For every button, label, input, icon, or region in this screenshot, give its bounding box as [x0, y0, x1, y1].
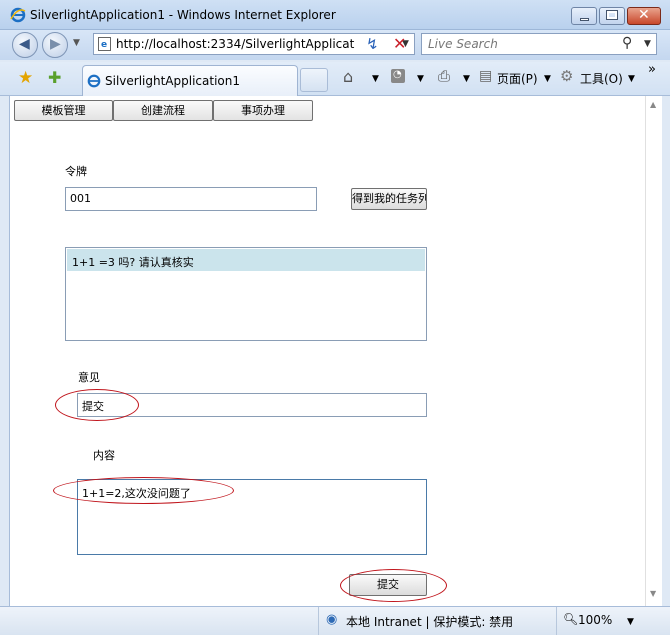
add-favorites-icon[interactable]: ✚: [48, 68, 61, 87]
back-button[interactable]: ◀: [12, 32, 38, 58]
close-icon: ✕: [638, 7, 650, 23]
minimize-button[interactable]: [571, 7, 597, 25]
get-my-tasks-button[interactable]: 得到我的任务列: [351, 188, 427, 210]
tab-silverlight-application[interactable]: SilverlightApplication1: [82, 65, 298, 96]
title-bar: SilverlightApplication1 - Windows Intern…: [0, 0, 670, 30]
minimize-icon: [580, 18, 589, 21]
refresh-icon[interactable]: ↯: [366, 35, 379, 53]
favorites-star-icon[interactable]: ★: [18, 68, 33, 88]
page-menu[interactable]: 页面(P): [497, 70, 538, 87]
new-tab-button[interactable]: [300, 68, 328, 92]
intranet-globe-icon: ◉: [326, 612, 338, 627]
page-menu-icon: ▤: [479, 68, 493, 84]
zoom-icon: 🔍︎: [563, 612, 579, 626]
content-textarea[interactable]: 1+1=2,这次没问题了: [77, 479, 427, 555]
opinion-input[interactable]: 提交: [77, 393, 427, 417]
close-window-button[interactable]: ✕: [627, 7, 661, 25]
tab-label: SilverlightApplication1: [105, 74, 240, 88]
submit-button[interactable]: 提交: [349, 574, 427, 596]
print-icon[interactable]: ⎙: [438, 67, 450, 85]
template-management-button[interactable]: 模板管理: [14, 100, 113, 121]
home-dropdown-icon[interactable]: ▼: [372, 74, 379, 84]
status-bar: ◉ 本地 Intranet | 保护模式: 禁用 🔍︎ 100% ▼: [0, 606, 670, 635]
feeds-icon[interactable]: ◔: [391, 69, 405, 83]
page-icon: e: [98, 37, 111, 51]
print-dropdown-icon[interactable]: ▼: [463, 74, 470, 84]
task-item-text: 1+1 =3 吗? 请认真核实: [72, 256, 194, 269]
tools-menu-dropdown-icon[interactable]: ▼: [628, 74, 635, 84]
stop-icon[interactable]: ✕: [393, 34, 406, 53]
search-icon[interactable]: ⚲: [622, 35, 632, 51]
scroll-down-icon[interactable]: ▼: [650, 589, 656, 598]
task-list-item[interactable]: 1+1 =3 吗? 请认真核实: [67, 249, 425, 271]
task-list[interactable]: 1+1 =3 吗? 请认真核实: [65, 247, 427, 341]
back-arrow-icon: ◀: [19, 36, 30, 52]
opinion-label: 意见: [78, 371, 100, 384]
content-value[interactable]: 1+1=2,这次没问题了: [82, 485, 191, 501]
ie-logo-icon: [10, 7, 26, 23]
home-icon[interactable]: ⌂: [343, 67, 353, 86]
page-menu-dropdown-icon[interactable]: ▼: [544, 74, 551, 84]
zoom-dropdown-icon[interactable]: ▼: [627, 617, 634, 627]
feeds-dropdown-icon[interactable]: ▼: [417, 74, 424, 84]
create-process-button[interactable]: 创建流程: [113, 100, 213, 121]
window-title: SilverlightApplication1 - Windows Intern…: [30, 8, 336, 22]
maximize-icon: [606, 10, 618, 20]
more-commands-chevron[interactable]: »: [648, 62, 656, 77]
scroll-up-icon[interactable]: ▲: [650, 100, 656, 109]
tools-gear-icon: ⚙: [560, 67, 574, 85]
search-options-dropdown-icon[interactable]: ▼: [644, 39, 651, 49]
address-url[interactable]: http://localhost:2334/SilverlightApplica…: [116, 37, 354, 51]
opinion-value[interactable]: 提交: [82, 398, 104, 414]
tab-ie-icon: [87, 74, 101, 88]
vertical-scrollbar[interactable]: ▲ ▼: [645, 96, 662, 606]
token-label: 令牌: [65, 165, 87, 178]
security-zone-status[interactable]: 本地 Intranet | 保护模式: 禁用: [346, 613, 513, 630]
search-placeholder[interactable]: Live Search: [428, 37, 498, 51]
zoom-level[interactable]: 100%: [578, 613, 612, 627]
tools-menu[interactable]: 工具(O): [580, 70, 623, 87]
handle-matters-button[interactable]: 事项办理: [213, 100, 313, 121]
recent-pages-dropdown-icon[interactable]: ▼: [73, 38, 80, 48]
token-input[interactable]: 001: [65, 187, 317, 211]
forward-button[interactable]: ▶: [42, 32, 68, 58]
search-box[interactable]: Live Search ⚲ ▼: [421, 33, 657, 55]
token-value[interactable]: 001: [70, 192, 91, 205]
maximize-button[interactable]: [599, 7, 625, 25]
content-label: 内容: [93, 449, 115, 462]
forward-arrow-icon: ▶: [50, 36, 61, 52]
